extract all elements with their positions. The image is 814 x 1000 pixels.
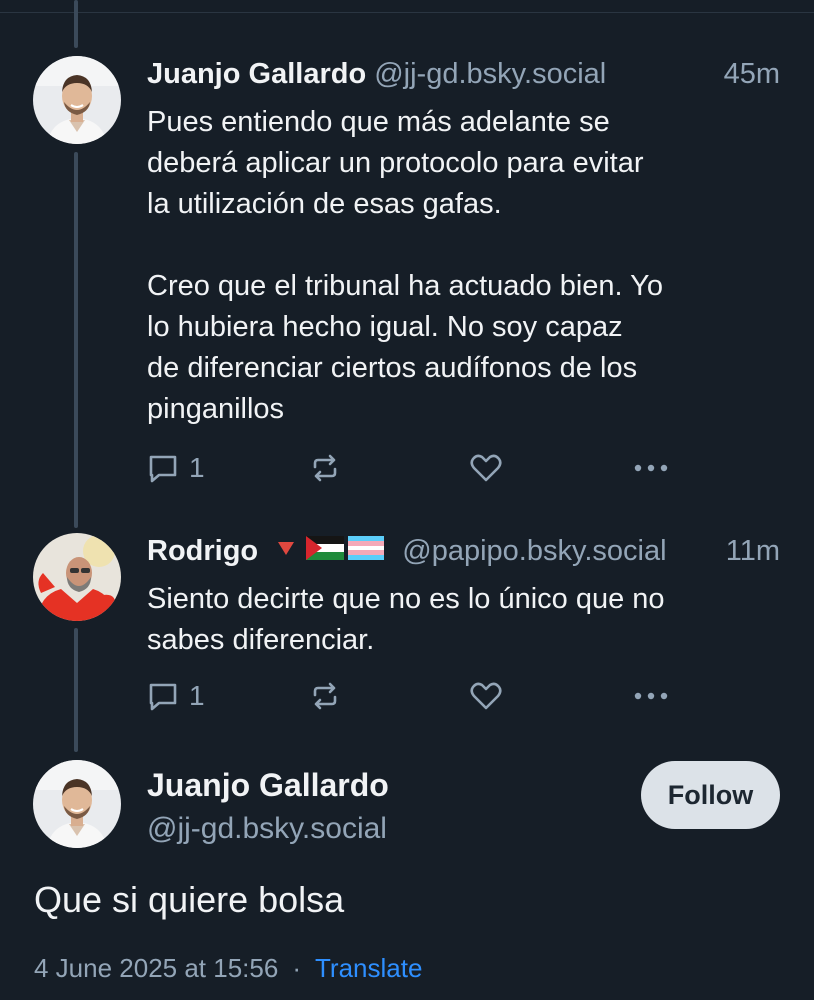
post-actions: 1 (147, 448, 777, 488)
speech-bubble-icon (149, 455, 177, 483)
author-handle[interactable]: @papipo.bsky.social (402, 535, 666, 567)
author-name[interactable]: Juanjo Gallardo (147, 58, 366, 90)
post-timestamp: 4 June 2025 at 15:56 (34, 953, 279, 983)
repost-arrows-icon (313, 682, 337, 710)
top-divider (0, 0, 814, 13)
thread-line (74, 628, 78, 752)
post-text: Pues entiendo que más adelante se deberá… (147, 106, 663, 425)
avatar[interactable] (33, 760, 121, 848)
author-name[interactable]: Juanjo Gallardo (147, 766, 389, 804)
repost-arrows-icon (313, 454, 337, 482)
ellipsis-icon (634, 692, 668, 700)
reply-count: 1 (189, 680, 205, 711)
translate-link[interactable]: Translate (315, 953, 422, 983)
post-text: Siento decirte que no es lo único que no… (147, 583, 665, 656)
heart-icon (470, 454, 502, 482)
thread-line (74, 0, 78, 48)
post-text: Que si quiere bolsa (34, 879, 345, 920)
post-header: Juanjo Gallardo @jj-gd.bsky.social (147, 56, 606, 92)
reply-count: 1 (189, 452, 205, 483)
post-header: Rodrigo @papipo.bsky.social (147, 533, 667, 572)
repost-button[interactable] (309, 448, 341, 488)
post-meta: 4 June 2025 at 15:56 · Translate (34, 951, 422, 985)
name-emoji-flags (274, 533, 386, 572)
reply-button[interactable]: 1 (147, 448, 205, 488)
post-actions: 1 (147, 676, 777, 716)
avatar[interactable] (33, 56, 121, 144)
post-time[interactable]: 45m (724, 56, 780, 92)
like-button[interactable] (469, 448, 503, 488)
repost-button[interactable] (309, 676, 341, 716)
heart-icon (470, 682, 502, 710)
follow-button[interactable]: Follow (641, 761, 780, 829)
speech-bubble-icon (149, 683, 177, 711)
author-handle[interactable]: @jj-gd.bsky.social (374, 58, 606, 90)
ellipsis-icon (634, 464, 668, 472)
separator-dot: · (292, 953, 301, 983)
author-handle[interactable]: @jj-gd.bsky.social (147, 810, 387, 848)
more-options-button[interactable] (633, 448, 669, 488)
avatar[interactable] (33, 533, 121, 621)
reply-button[interactable]: 1 (147, 676, 205, 716)
more-options-button[interactable] (633, 676, 669, 716)
thread-line (74, 152, 78, 528)
author-name[interactable]: Rodrigo (147, 535, 258, 567)
like-button[interactable] (469, 676, 503, 716)
post-time[interactable]: 11m (726, 533, 780, 569)
